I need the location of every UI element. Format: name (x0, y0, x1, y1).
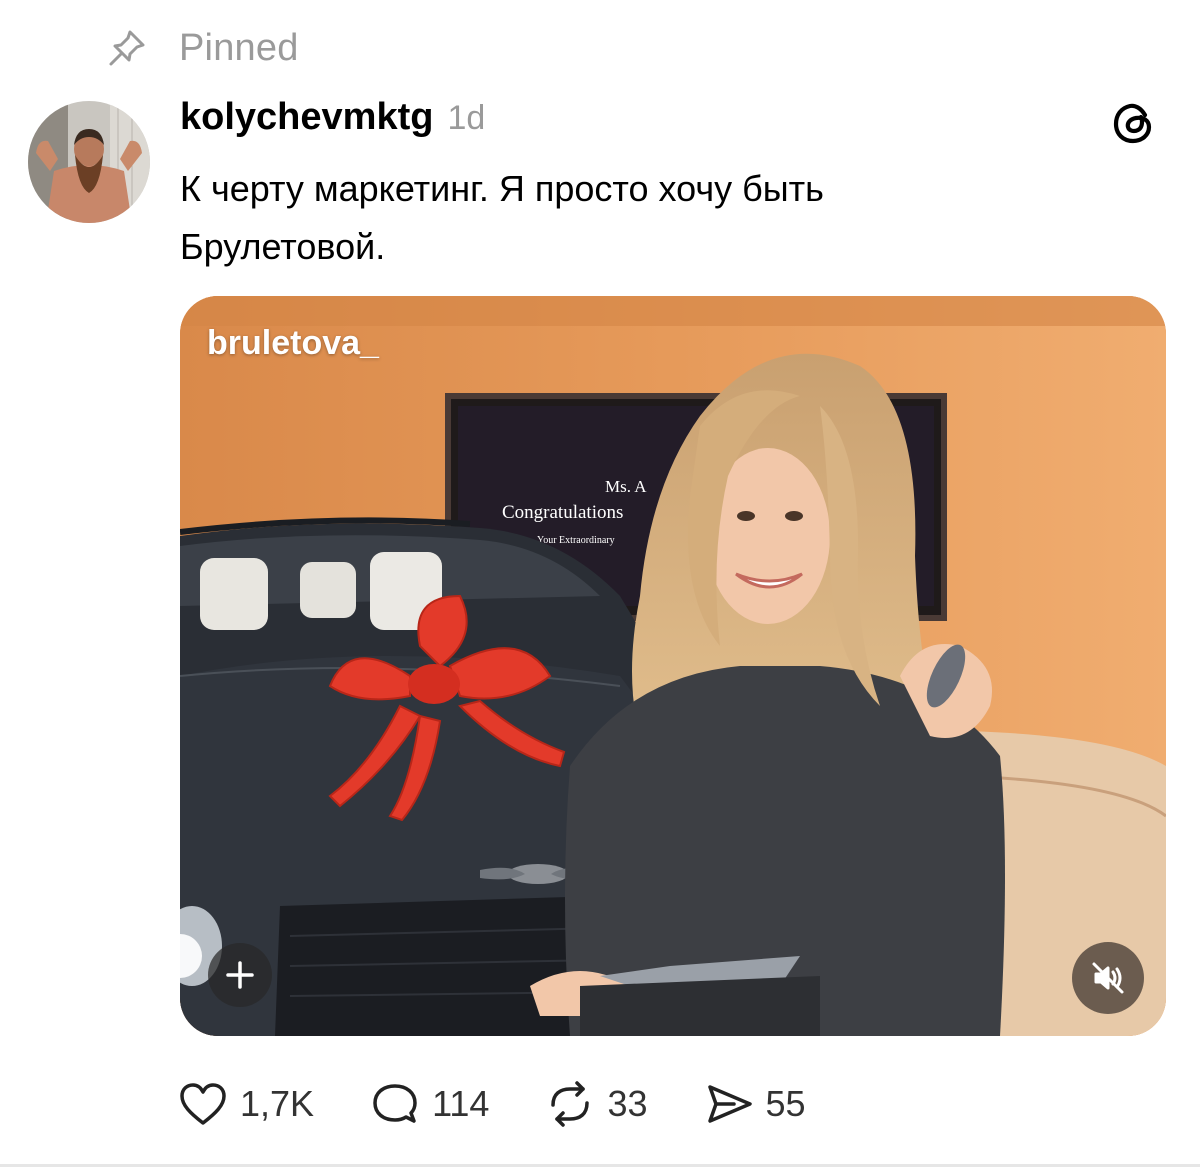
post-text-line: Брулетовой. (180, 226, 386, 267)
repost-count: 33 (607, 1083, 648, 1124)
share-count: 55 (765, 1083, 806, 1124)
like-count: 1,7K (240, 1083, 315, 1124)
like-button[interactable]: 1,7K (178, 1081, 314, 1127)
video-creator-handle[interactable]: bruletova_ (207, 324, 379, 363)
send-icon (707, 1085, 752, 1123)
repost-button[interactable]: 33 (545, 1081, 648, 1127)
pinned-label: Pinned (179, 26, 299, 69)
pinned-indicator: Pinned (106, 26, 299, 70)
reply-button[interactable]: 114 (370, 1081, 489, 1127)
screen-text: Ms. A (605, 477, 647, 496)
post-header: kolychevmktg 1d (180, 96, 485, 146)
post-video[interactable]: Ms. A Congratulations Your Extraordinary (180, 296, 1166, 1036)
reply-count: 114 (432, 1083, 490, 1124)
muted-speaker-icon (1092, 962, 1124, 994)
video-frame: Ms. A Congratulations Your Extraordinary (180, 296, 1166, 1036)
avatar[interactable] (28, 101, 150, 223)
plus-icon (226, 961, 254, 989)
username[interactable]: kolychevmktg (180, 96, 433, 139)
post-actions: 1,7K 114 33 55 (178, 1076, 862, 1132)
post-timestamp: 1d (447, 99, 486, 137)
heart-icon (180, 1083, 226, 1125)
post-text-line: К черту маркетинг. Я просто хочу быть (180, 168, 824, 209)
screen-text: Congratulations (502, 502, 623, 523)
pin-icon (109, 30, 145, 66)
repost-icon (551, 1081, 590, 1127)
post-text: К черту маркетинг. Я просто хочу быть Бр… (180, 160, 1080, 276)
add-button[interactable] (208, 943, 272, 1007)
screen-text: Your Extraordinary (537, 535, 615, 546)
share-button[interactable]: 55 (704, 1081, 806, 1127)
mute-toggle-button[interactable] (1072, 942, 1144, 1014)
comment-bubble-icon (373, 1084, 417, 1123)
threads-logo-icon[interactable] (1110, 100, 1156, 146)
